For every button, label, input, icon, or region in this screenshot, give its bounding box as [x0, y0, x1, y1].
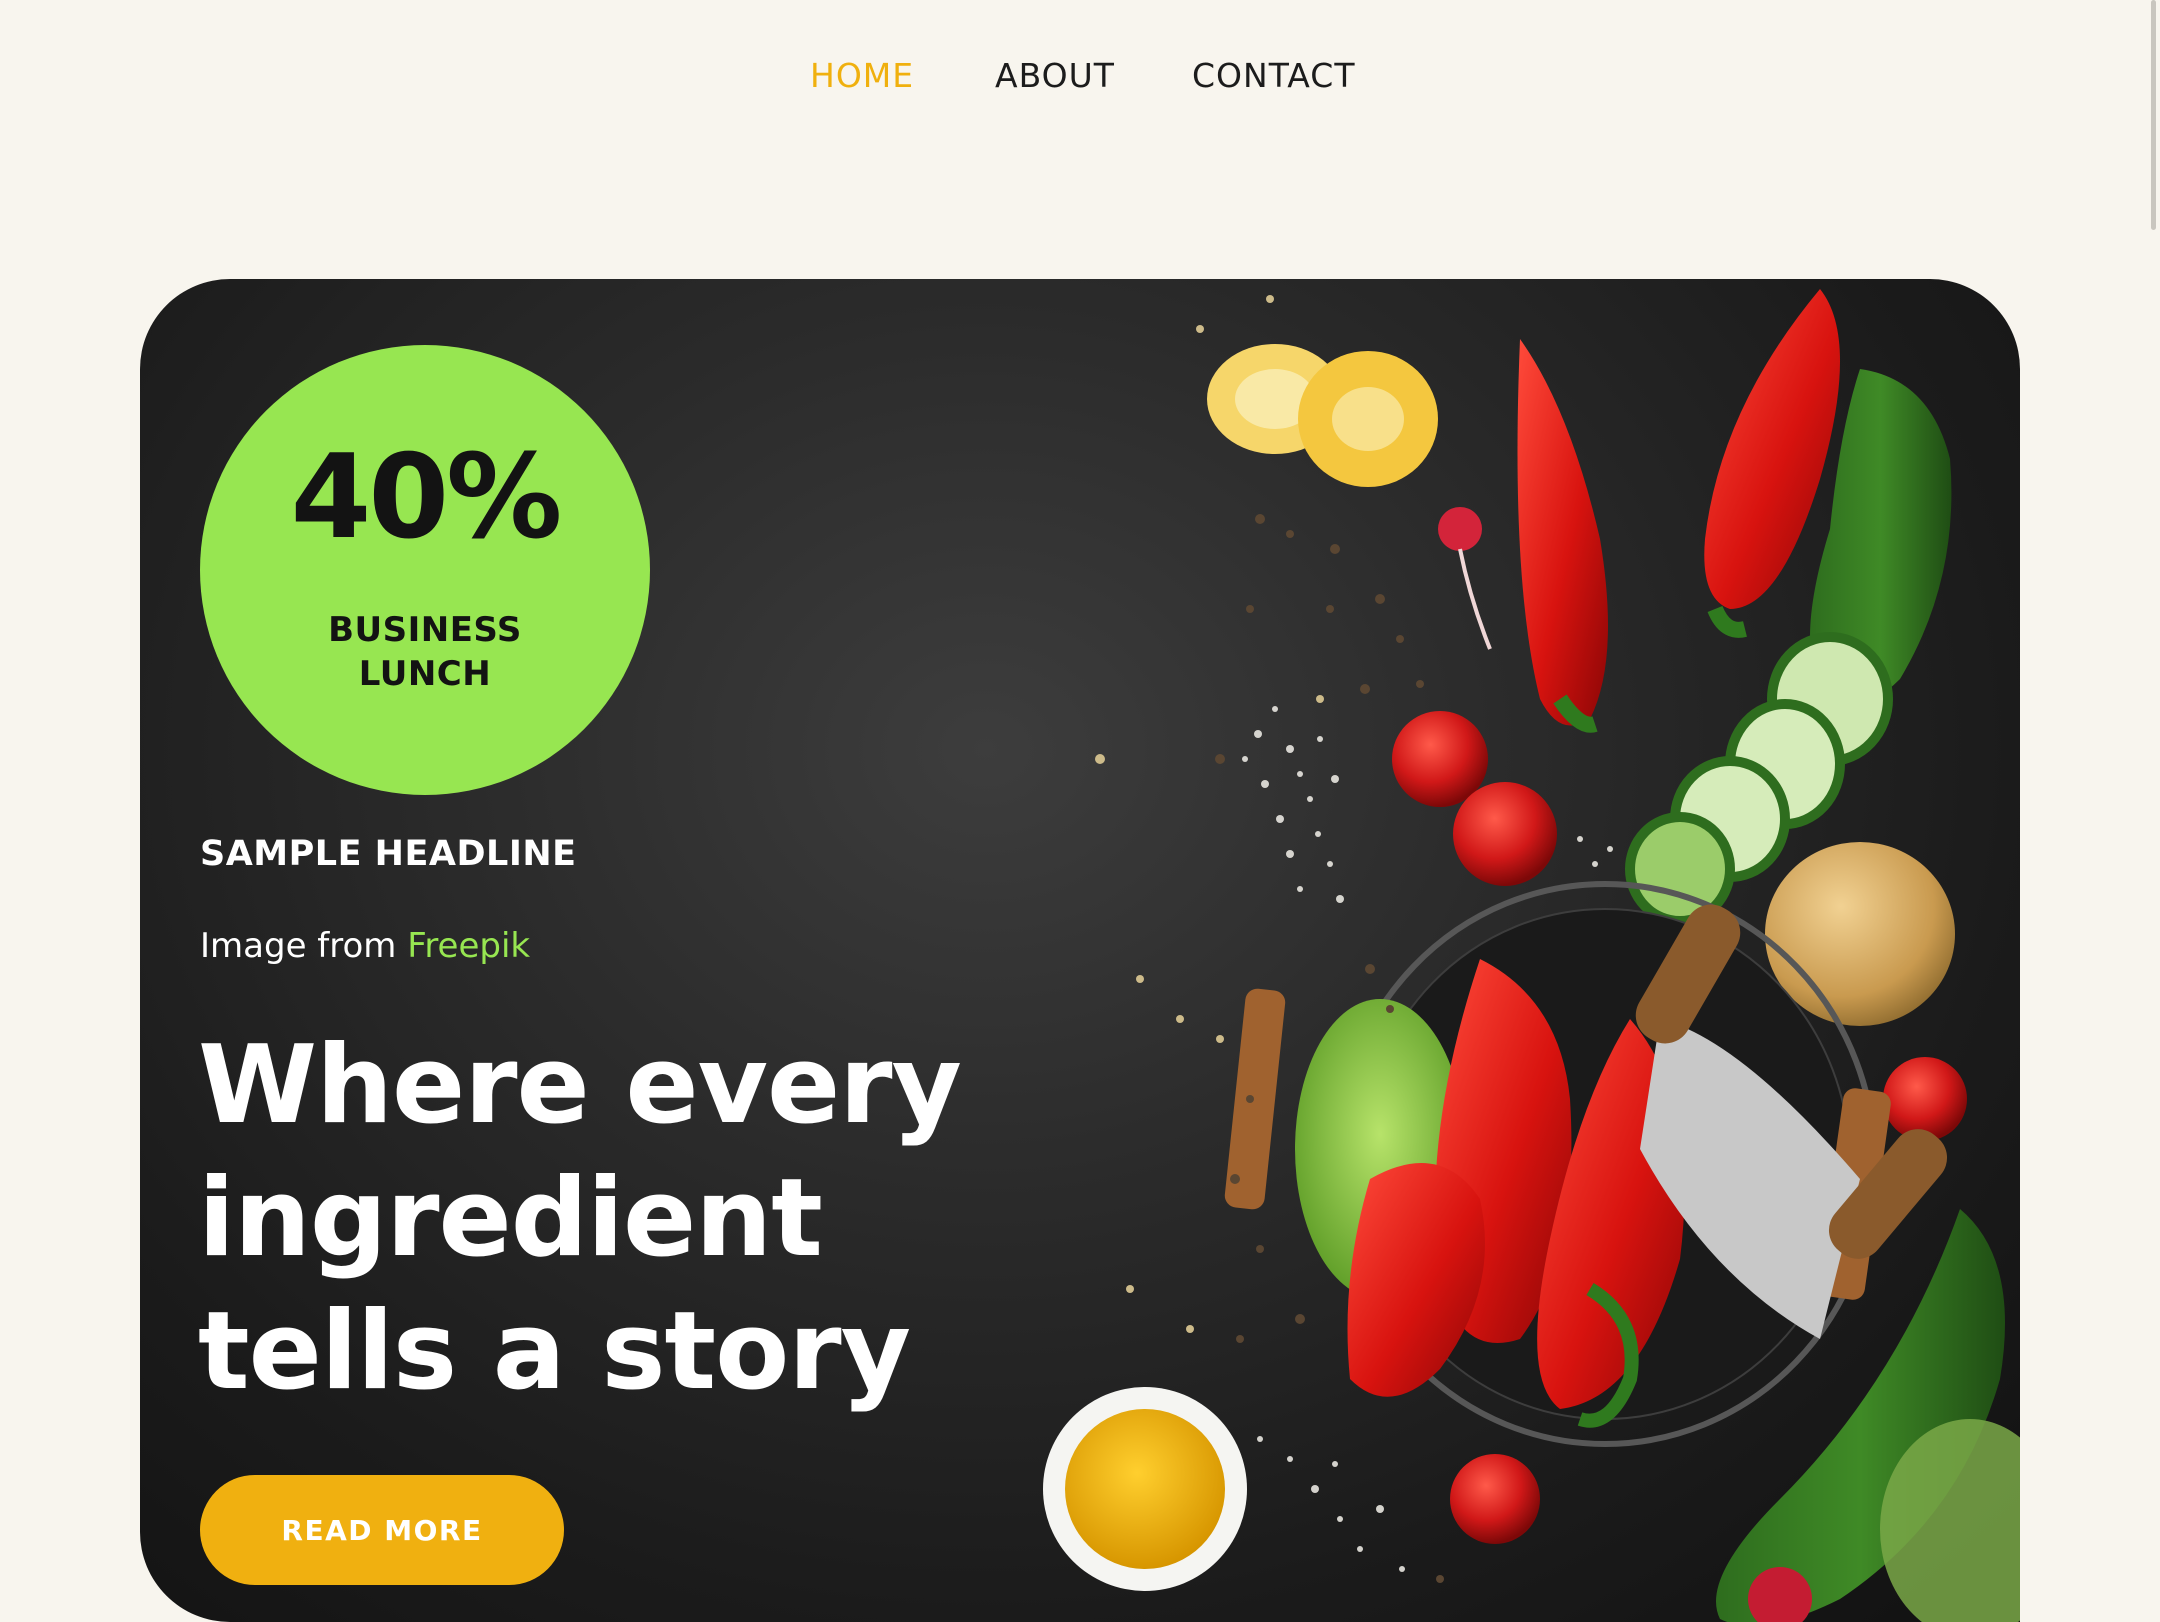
- read-more-button[interactable]: READ MORE: [200, 1475, 564, 1585]
- hero-headline: Where every ingredient tells a story: [198, 1019, 1098, 1418]
- nav-link-about[interactable]: ABOUT: [995, 56, 1115, 95]
- page-scrollbar[interactable]: [2150, 0, 2158, 1622]
- scrollbar-thumb[interactable]: [2151, 0, 2156, 230]
- credit-prefix: Image from: [200, 926, 408, 966]
- headline-line-1: Where every: [198, 1023, 962, 1148]
- hero-banner: 40% BUSINESS LUNCH SAMPLE HEADLINE Image…: [140, 279, 2020, 1622]
- headline-line-2: ingredient: [198, 1156, 823, 1281]
- headline-line-3: tells a story: [198, 1289, 911, 1414]
- nav-link-home[interactable]: HOME: [810, 56, 914, 95]
- badge-line-2: LUNCH: [358, 654, 492, 694]
- nav-link-contact[interactable]: CONTACT: [1192, 56, 1356, 95]
- discount-percent: 40%: [290, 430, 563, 565]
- badge-line-1: BUSINESS: [328, 610, 522, 650]
- discount-badge: 40% BUSINESS LUNCH: [200, 345, 650, 795]
- image-credit: Image from Freepik: [200, 926, 530, 966]
- freepik-link[interactable]: Freepik: [407, 926, 530, 966]
- badge-subtitle: BUSINESS LUNCH: [200, 608, 650, 696]
- main-nav: HOME ABOUT CONTACT: [0, 0, 2160, 160]
- sample-headline: SAMPLE HEADLINE: [200, 834, 577, 874]
